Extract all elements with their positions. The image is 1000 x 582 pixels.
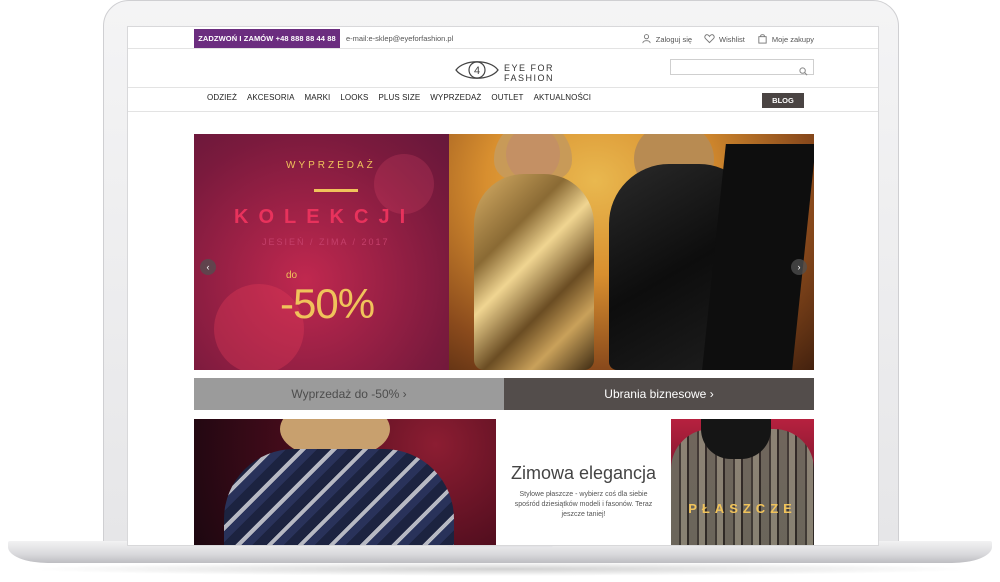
- wishlist-link[interactable]: Wishlist: [704, 33, 745, 46]
- nav-item-plus-size[interactable]: PLUS SIZE: [378, 93, 420, 102]
- winter-elegance-title: Zimowa elegancja: [510, 463, 657, 483]
- hero-banner[interactable]: WYPRZEDAŻ KOLEKCJI JESIEŃ / ZIMA / 2017 …: [194, 134, 814, 370]
- nav-item-marki[interactable]: MARKI: [305, 93, 331, 102]
- header-divider: [128, 48, 878, 49]
- nav-bottom-divider: [128, 111, 878, 112]
- nav-item-outlet[interactable]: OUTLET: [491, 93, 523, 102]
- login-label: Zaloguj się: [655, 34, 693, 44]
- business-clothes-category-button[interactable]: Ubrania biznesowe ›: [504, 378, 814, 410]
- shopping-bag-icon: [757, 33, 768, 46]
- hero-discount: -50%: [280, 280, 375, 327]
- search-input[interactable]: [670, 59, 814, 76]
- laptop-shadow: [20, 562, 980, 576]
- login-link[interactable]: Zaloguj się: [641, 33, 692, 46]
- email-contact[interactable]: e-mail:e-sklep@eyeforfashion.pl: [346, 29, 453, 49]
- wishlist-label: Wishlist: [719, 34, 745, 44]
- sale-category-button[interactable]: Wyprzedaż do -50% ›: [194, 378, 504, 410]
- blog-button[interactable]: BLOG: [762, 93, 804, 108]
- logo-line-2: FASHION: [504, 72, 555, 83]
- promo-tile-sweater[interactable]: [194, 419, 496, 545]
- main-nav: ODZIEŻ AKCESORIA MARKI LOOKS PLUS SIZE W…: [207, 93, 591, 102]
- chevron-left-icon: ‹: [206, 262, 210, 272]
- account-links: Zaloguj się Wishlist Moje zakupy: [641, 29, 814, 49]
- coats-label: PŁASZCZE: [688, 501, 797, 516]
- nav-item-wyprzedaz[interactable]: WYPRZEDAŻ: [430, 93, 481, 102]
- cart-link[interactable]: Moje zakupy: [757, 33, 814, 46]
- hero-collection: KOLEKCJI: [234, 206, 416, 228]
- cart-label: Moje zakupy: [771, 34, 814, 44]
- search-icon[interactable]: [799, 63, 808, 76]
- nav-top-divider: [128, 87, 878, 88]
- laptop-screen: ZADZWOŃ I ZAMÓW +48 888 88 44 88 e-mail:…: [127, 26, 879, 546]
- chevron-right-icon: ›: [797, 262, 801, 272]
- hero-season: JESIEŃ / ZIMA / 2017: [262, 237, 390, 247]
- nav-item-odziez[interactable]: ODZIEŻ: [207, 93, 237, 102]
- hero-underline: [314, 189, 358, 192]
- heart-icon: [704, 33, 715, 46]
- nav-item-akcesoria[interactable]: AKCESORIA: [247, 93, 295, 102]
- call-to-order-badge[interactable]: ZADZWOŃ I ZAMÓW +48 888 88 44 88: [194, 29, 340, 49]
- carousel-next-button[interactable]: ›: [791, 259, 807, 275]
- logo-line-1: EYE FOR: [504, 62, 555, 73]
- top-bar: ZADZWOŃ I ZAMÓW +48 888 88 44 88 e-mail:…: [194, 29, 814, 49]
- winter-elegance-text: Stylowe płaszcze - wybierz coś dla siebi…: [514, 491, 653, 518]
- patterned-top: [224, 449, 454, 545]
- eye-logo-icon: 4: [454, 57, 500, 88]
- site-logo[interactable]: 4 EYE FOR FASHION: [454, 57, 554, 88]
- user-icon: [641, 33, 652, 46]
- logo-mark: 4: [474, 65, 480, 77]
- nav-item-looks[interactable]: LOOKS: [340, 93, 368, 102]
- promo-tile-coats[interactable]: PŁASZCZE: [671, 419, 814, 545]
- bokeh-light: [374, 154, 434, 214]
- promo-tile-winter[interactable]: Zimowa elegancja Stylowe płaszcze - wybi…: [496, 419, 671, 545]
- logo-wordmark: EYE FOR FASHION: [504, 63, 554, 83]
- carousel-prev-button[interactable]: ‹: [200, 259, 216, 275]
- hero-title: WYPRZEDAŻ: [286, 160, 376, 171]
- sequin-dress-model: [474, 174, 594, 370]
- nav-item-aktualnosci[interactable]: AKTUALNOŚCI: [534, 93, 592, 102]
